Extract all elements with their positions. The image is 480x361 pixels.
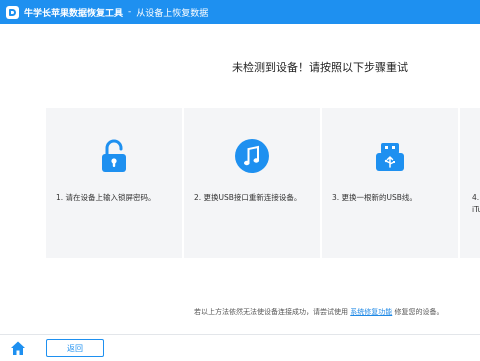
steps-container: 1. 请在设备上输入锁屏密码。 2. 更换USB接口重新连接设备。 3. 更换一…: [46, 108, 480, 258]
app-logo-icon: [6, 5, 19, 19]
footnote-prefix: 若以上方法依然无法使设备连接成功，请尝试使用: [194, 308, 348, 316]
page-heading: 未检测到设备！请按照以下步骤重试: [232, 61, 408, 74]
app-title: 牛学长苹果数据恢复工具: [24, 8, 124, 19]
title-bar: 牛学长苹果数据恢复工具 - 从设备上恢复数据: [0, 0, 480, 24]
help-footnote: 若以上方法依然无法使设备连接成功，请尝试使用 系统修复功能 修复您的设备。: [194, 307, 443, 317]
step-caption: 2. 更换USB接口重新连接设备。: [194, 193, 302, 202]
step-caption: 1. 请在设备上输入锁屏密码。: [56, 193, 156, 202]
back-button[interactable]: 返回: [46, 339, 104, 357]
footnote-suffix: 修复您的设备。: [394, 308, 444, 316]
step-caption-line2: iTu: [472, 205, 480, 214]
step-card-2: 2. 更换USB接口重新连接设备。: [184, 108, 320, 258]
step-caption: 3. 更换一根新的USB线。: [332, 193, 417, 202]
mode-title: 从设备上恢复数据: [136, 8, 209, 19]
step-card-1: 1. 请在设备上输入锁屏密码。: [46, 108, 182, 258]
step-card-4: 4. i iTu: [460, 108, 480, 258]
step-card-3: 3. 更换一根新的USB线。: [322, 108, 458, 258]
unlock-icon: [96, 138, 132, 174]
home-icon[interactable]: [10, 340, 26, 356]
title-separator: -: [128, 7, 132, 17]
usb-drive-icon: [372, 138, 408, 174]
step-caption: 4. i iTu: [472, 192, 480, 216]
bottom-bar: 返回: [0, 334, 480, 361]
system-repair-link[interactable]: 系统修复功能: [350, 308, 392, 316]
music-icon: [234, 138, 270, 174]
step-caption-line1: 4. i: [472, 193, 480, 202]
